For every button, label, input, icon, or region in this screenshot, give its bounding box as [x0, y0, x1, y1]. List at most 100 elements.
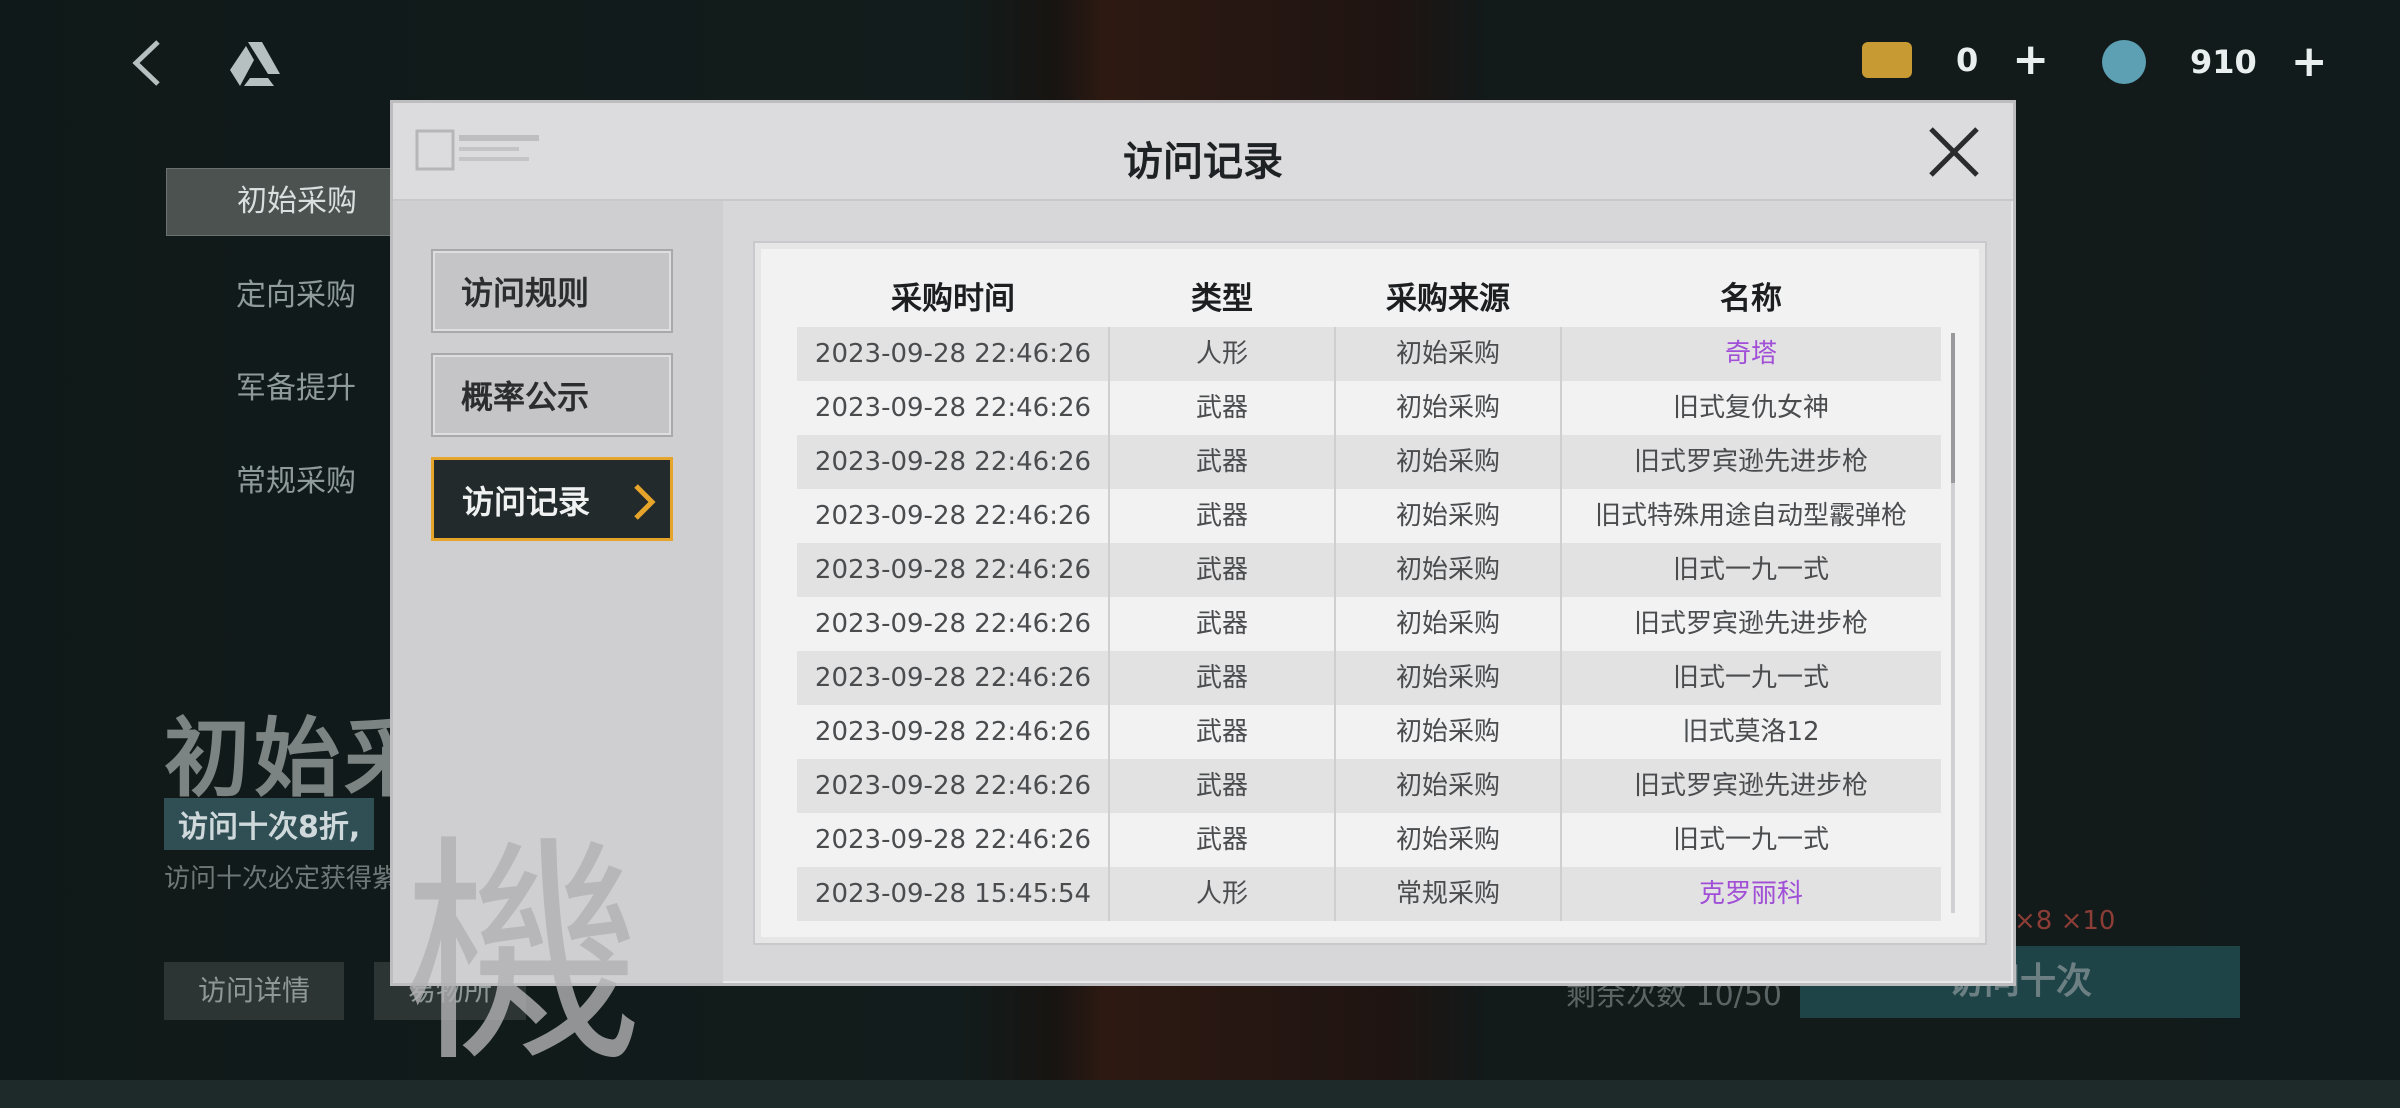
cell-source: 初始采购 [1395, 609, 1500, 639]
table-row: 2023-09-28 22:46:26 人形 初始采购 奇塔 [797, 327, 1941, 381]
crystal-counter: 910 + [2102, 40, 2328, 84]
cell-time: 2023-09-28 22:46:26 [814, 609, 1092, 639]
column-divider [1560, 651, 1562, 705]
kanji-watermark: 機 [403, 815, 644, 1095]
side-item-initial[interactable]: 初始采购 [166, 168, 406, 236]
close-icon[interactable] [1925, 123, 1983, 181]
column-divider [1334, 327, 1336, 381]
crystal-count: 910 [2190, 43, 2257, 81]
dialog-tab-panel: 機 访问规则 概率公示 访问记录 [393, 201, 723, 1095]
column-divider [1108, 597, 1110, 651]
header-type: 类型 [1191, 281, 1253, 317]
column-divider [1560, 597, 1562, 651]
chevron-right-icon [634, 484, 656, 520]
cell-name: 旧式一九一式 [1672, 555, 1829, 585]
column-divider [1560, 705, 1562, 759]
cell-name: 旧式罗宾逊先进步枪 [1633, 771, 1868, 801]
cell-source: 初始采购 [1395, 339, 1500, 369]
cell-time: 2023-09-28 22:46:26 [814, 771, 1092, 801]
ticket-count: 0 [1956, 41, 1979, 79]
add-ticket-button[interactable]: + [2012, 38, 2049, 82]
tab-visit-rules[interactable]: 访问规则 [431, 249, 673, 333]
table-row: 2023-09-28 22:46:26 武器 初始采购 旧式一九一式 [797, 813, 1941, 867]
cell-type: 武器 [1195, 663, 1248, 693]
banner-note: 访问十次必定获得紫 [164, 864, 399, 894]
side-item-armament[interactable]: 军备提升 [166, 356, 406, 422]
column-divider [1108, 489, 1110, 543]
column-divider [1108, 867, 1110, 921]
tab-visit-record[interactable]: 访问记录 [431, 457, 673, 541]
cell-type: 武器 [1195, 393, 1248, 423]
header-source: 采购来源 [1386, 281, 1510, 317]
cell-name: 克罗丽科 [1698, 879, 1803, 909]
table-row: 2023-09-28 22:46:26 武器 初始采购 旧式复仇女神 [797, 381, 1941, 435]
column-divider [1108, 651, 1110, 705]
column-divider [1560, 867, 1562, 921]
cell-time: 2023-09-28 22:46:26 [814, 339, 1092, 369]
cell-source: 初始采购 [1395, 501, 1500, 531]
cell-type: 武器 [1195, 501, 1248, 531]
cell-name: 奇塔 [1724, 339, 1777, 369]
column-divider [1108, 435, 1110, 489]
column-divider [1108, 381, 1110, 435]
cell-time: 2023-09-28 15:45:54 [814, 879, 1092, 909]
cell-name: 旧式罗宾逊先进步枪 [1633, 609, 1868, 639]
cell-time: 2023-09-28 22:46:26 [814, 717, 1092, 747]
column-divider [1560, 381, 1562, 435]
cell-type: 武器 [1195, 609, 1248, 639]
column-divider [1334, 435, 1336, 489]
cell-source: 初始采购 [1395, 555, 1500, 585]
cell-time: 2023-09-28 22:46:26 [814, 663, 1092, 693]
column-divider [1560, 543, 1562, 597]
cell-type: 武器 [1195, 555, 1248, 585]
column-divider [1334, 597, 1336, 651]
cell-name: 旧式莫洛12 [1682, 717, 1820, 747]
cell-type: 武器 [1195, 825, 1248, 855]
table-row: 2023-09-28 22:46:26 武器 初始采购 旧式莫洛12 [797, 705, 1941, 759]
cell-time: 2023-09-28 22:46:26 [814, 393, 1092, 423]
column-divider [1334, 705, 1336, 759]
cell-time: 2023-09-28 22:46:26 [814, 501, 1092, 531]
ticket-icon [1862, 42, 1912, 78]
record-table[interactable]: 采购时间 类型 采购来源 名称 2023-09-28 22:46:26 人形 初始采… [753, 241, 1987, 945]
dialog-title: 访问记录 [1123, 139, 1283, 185]
details-button[interactable]: 访问详情 [164, 962, 345, 1020]
column-divider [1560, 759, 1562, 813]
banner-side-menu: 初始采购 定向采购 军备提升 常规采购 [166, 168, 406, 542]
table-row: 2023-09-28 22:46:26 武器 初始采购 旧式一九一式 [797, 543, 1941, 597]
column-divider [1334, 813, 1336, 867]
cell-name: 旧式一九一式 [1672, 825, 1829, 855]
back-arrow-icon[interactable] [128, 38, 168, 88]
cell-source: 初始采购 [1395, 663, 1500, 693]
cell-source: 初始采购 [1395, 717, 1500, 747]
column-divider [1108, 813, 1110, 867]
cell-type: 人形 [1195, 879, 1248, 909]
side-item-targeted[interactable]: 定向采购 [166, 263, 406, 329]
column-divider [1334, 759, 1336, 813]
side-item-regular[interactable]: 常规采购 [166, 449, 406, 515]
table-scrollbar[interactable] [1951, 333, 1955, 913]
column-divider [1560, 435, 1562, 489]
table-row: 2023-09-28 22:46:26 武器 初始采购 旧式特殊用途自动型霰弹枪 [797, 489, 1941, 543]
add-crystal-button[interactable]: + [2291, 40, 2328, 84]
cell-source: 初始采购 [1395, 825, 1500, 855]
cell-name: 旧式复仇女神 [1672, 393, 1829, 423]
cell-source: 常规采购 [1395, 879, 1500, 909]
column-divider [1108, 705, 1110, 759]
cell-time: 2023-09-28 22:46:26 [814, 555, 1092, 585]
cell-type: 武器 [1195, 447, 1248, 477]
column-divider [1334, 489, 1336, 543]
home-logo-icon[interactable] [228, 40, 282, 88]
dialog-header: 访问记录 [393, 103, 2013, 201]
cell-time: 2023-09-28 22:46:26 [814, 447, 1092, 477]
column-divider [1334, 543, 1336, 597]
column-divider [1334, 867, 1336, 921]
ten-pull-price: ×8 ×10 [2014, 906, 2116, 936]
scroll-thumb[interactable] [1951, 333, 1955, 483]
column-divider [1334, 651, 1336, 705]
tab-visit-record-label: 访问记录 [462, 483, 591, 521]
column-divider [1108, 543, 1110, 597]
column-divider [1560, 813, 1562, 867]
tab-probability[interactable]: 概率公示 [431, 353, 673, 437]
ticket-counter: 0 + [1862, 38, 2049, 82]
